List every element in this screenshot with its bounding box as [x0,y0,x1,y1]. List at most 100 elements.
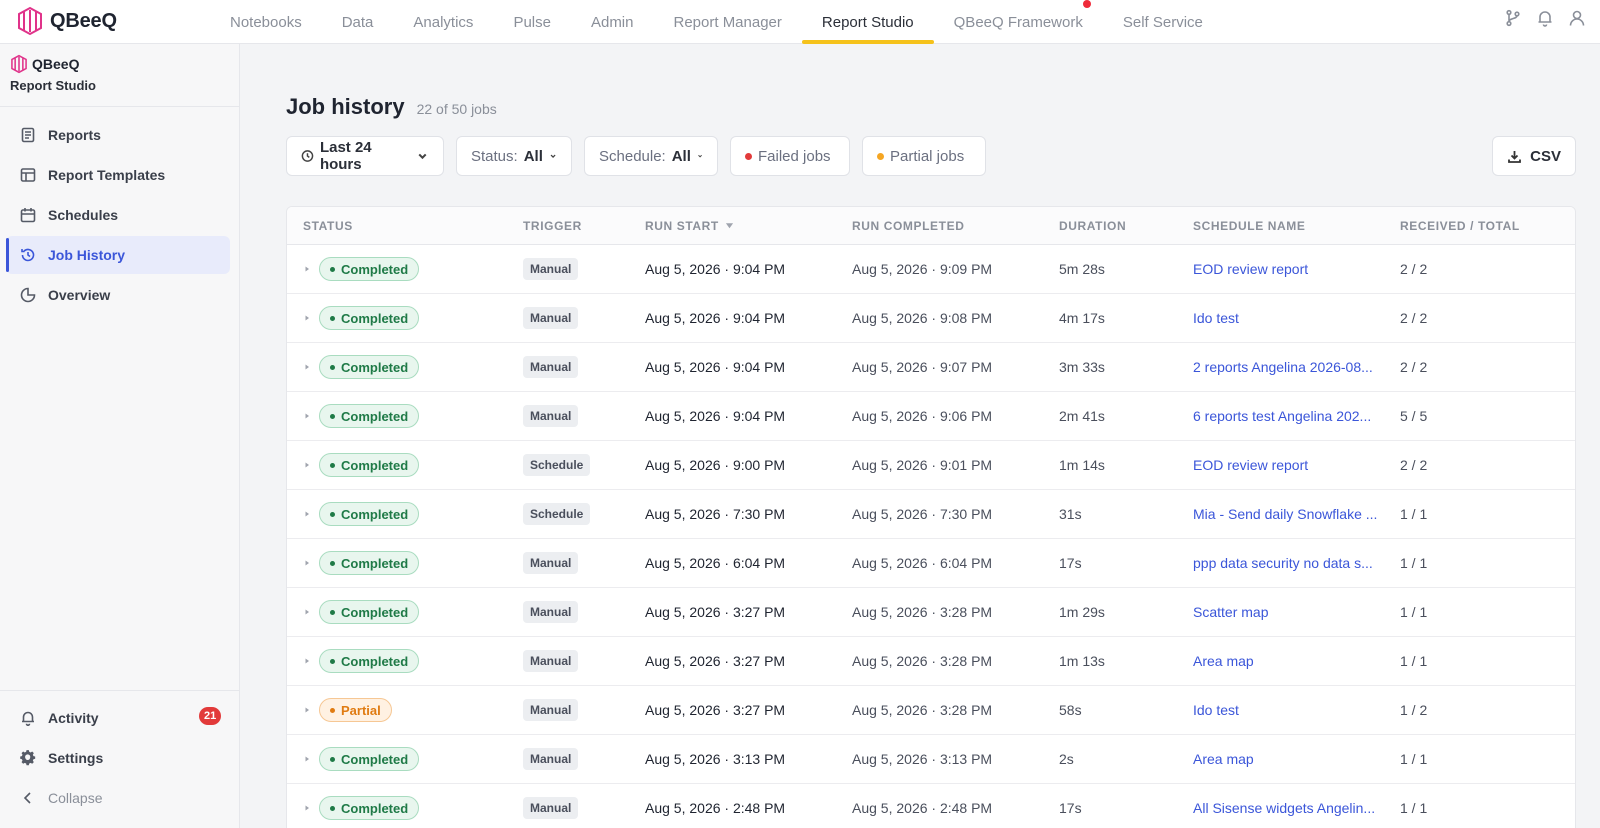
schedule-name-link[interactable]: Area map [1193,751,1400,767]
sidebar-collapse-button[interactable]: Collapse [6,779,234,817]
expand-caret-icon[interactable] [303,559,311,567]
table-row[interactable]: Completed Manual Aug 5, 2026 · 3:13 PM A… [287,735,1575,784]
tab-notebooks[interactable]: Notebooks [210,0,322,44]
status-dot [330,707,335,713]
status-label: Completed [341,604,409,620]
header-run-completed[interactable]: RUN COMPLETED [852,219,1059,233]
page-title: Job history [286,94,405,119]
expand-caret-icon[interactable] [303,608,311,616]
schedule-name-link[interactable]: 6 reports test Angelina 202... [1193,408,1400,424]
duration: 5m 28s [1059,261,1105,277]
schedule-name-link[interactable]: 2 reports Angelina 2026-08... [1193,359,1400,375]
branch-icon[interactable] [1504,9,1522,27]
sidebar-item-label: Report Templates [48,167,166,183]
duration: 2m 41s [1059,408,1105,424]
table-row[interactable]: Completed Manual Aug 5, 2026 · 9:04 PM A… [287,392,1575,441]
sidebar-item-settings[interactable]: Settings [6,739,234,777]
user-icon[interactable] [1568,9,1586,27]
table-row[interactable]: Completed Manual Aug 5, 2026 · 9:04 PM A… [287,294,1575,343]
tab-qbeeq-framework[interactable]: QBeeQ Framework [934,0,1103,44]
status-label: Completed [341,555,409,571]
schedule-name-link[interactable]: Area map [1193,653,1400,669]
expand-caret-icon[interactable] [303,657,311,665]
table-row[interactable]: Completed Schedule Aug 5, 2026 · 9:00 PM… [287,441,1575,490]
expand-caret-icon[interactable] [303,265,311,273]
header-trigger[interactable]: TRIGGER [523,219,645,233]
tab-report-manager[interactable]: Report Manager [654,0,802,44]
status-filter-value: All [523,147,543,165]
duration: 17s [1059,555,1082,571]
expand-caret-icon[interactable] [303,706,311,714]
sidebar-item-overview[interactable]: Overview [6,276,230,314]
schedule-name-link[interactable]: ppp data security no data s... [1193,555,1400,571]
received-total: 1 / 2 [1400,702,1428,718]
sidebar-item-job-history[interactable]: Job History [6,236,230,274]
tab-self-service[interactable]: Self Service [1103,0,1223,44]
sidebar-item-report-templates[interactable]: Report Templates [6,156,230,194]
expand-caret-icon[interactable] [303,804,311,812]
duration: 31s [1059,506,1082,522]
tab-report-studio[interactable]: Report Studio [801,0,934,44]
sidebar-brand: QBeeQ Report Studio [10,54,96,93]
trigger-tag: Manual [523,356,579,378]
received-total: 5 / 5 [1400,408,1428,424]
schedule-name-link[interactable]: Ido test [1193,702,1400,718]
sidebar-item-label: Activity [48,710,99,726]
sidebar-item-activity[interactable]: Activity 21 [6,699,234,737]
csv-export-button[interactable]: CSV [1492,136,1576,176]
table-row[interactable]: Completed Manual Aug 5, 2026 · 9:04 PM A… [287,245,1575,294]
schedule-name-link[interactable]: Ido test [1193,310,1400,326]
expand-caret-icon[interactable] [303,461,311,469]
tab-analytics[interactable]: Analytics [393,0,493,44]
tab-data[interactable]: Data [322,0,394,44]
brand-logo[interactable]: QBeeQ [16,2,117,40]
partial-jobs-toggle[interactable]: Partial jobs [862,136,986,176]
expand-caret-icon[interactable] [303,510,311,518]
schedule-filter-dropdown[interactable]: Schedule: All [584,136,718,176]
tab-label: Report Manager [673,13,782,31]
status-dot [330,315,335,321]
header-run-start[interactable]: RUN START [645,219,852,233]
status-label: Completed [341,359,409,375]
chevron-down-icon [698,154,702,158]
table-body: Completed Manual Aug 5, 2026 · 9:04 PM A… [287,245,1575,828]
header-received-total[interactable]: RECEIVED / TOTAL [1400,219,1560,233]
calendar-icon [20,208,36,223]
header-duration[interactable]: DURATION [1059,219,1193,233]
schedule-name-link[interactable]: Scatter map [1193,604,1400,620]
trigger-tag: Schedule [523,503,591,525]
received-total: 2 / 2 [1400,261,1428,277]
schedule-name-link[interactable]: All Sisense widgets Angelin... [1193,800,1400,816]
bell-icon[interactable] [1536,9,1554,27]
schedule-name-link[interactable]: EOD review report [1193,457,1400,473]
schedule-name-link[interactable]: EOD review report [1193,261,1400,277]
schedule-filter-value: All [671,147,691,165]
brand-name: QBeeQ [50,9,117,32]
failed-jobs-toggle[interactable]: Failed jobs [730,136,850,176]
table-row[interactable]: Partial Manual Aug 5, 2026 · 3:27 PM Aug… [287,686,1575,735]
expand-caret-icon[interactable] [303,363,311,371]
header-schedule-name[interactable]: SCHEDULE NAME [1193,219,1400,233]
sidebar-item-schedules[interactable]: Schedules [6,196,230,234]
sidebar-item-reports[interactable]: Reports [6,116,230,154]
table-row[interactable]: Completed Manual Aug 5, 2026 · 9:04 PM A… [287,343,1575,392]
table-row[interactable]: Completed Manual Aug 5, 2026 · 2:48 PM A… [287,784,1575,828]
sidebar-item-label: Settings [48,750,104,766]
table-row[interactable]: Completed Manual Aug 5, 2026 · 3:27 PM A… [287,588,1575,637]
time-range-dropdown[interactable]: Last 24 hours [286,136,444,176]
tab-pulse[interactable]: Pulse [493,0,571,44]
tab-admin[interactable]: Admin [571,0,654,44]
schedule-name-link[interactable]: Mia - Send daily Snowflake ... [1193,506,1400,522]
duration: 3m 33s [1059,359,1105,375]
table-row[interactable]: Completed Manual Aug 5, 2026 · 6:04 PM A… [287,539,1575,588]
table-row[interactable]: Completed Manual Aug 5, 2026 · 3:27 PM A… [287,637,1575,686]
expand-caret-icon[interactable] [303,755,311,763]
expand-caret-icon[interactable] [303,412,311,420]
status-dot [330,560,335,566]
status-label: Completed [341,800,409,816]
expand-caret-icon[interactable] [303,314,311,322]
status-filter-dropdown[interactable]: Status: All [456,136,572,176]
table-row[interactable]: Completed Schedule Aug 5, 2026 · 7:30 PM… [287,490,1575,539]
header-status[interactable]: STATUS [287,219,523,233]
run-completed: Aug 5, 2026 · 7:30 PM [852,506,993,522]
